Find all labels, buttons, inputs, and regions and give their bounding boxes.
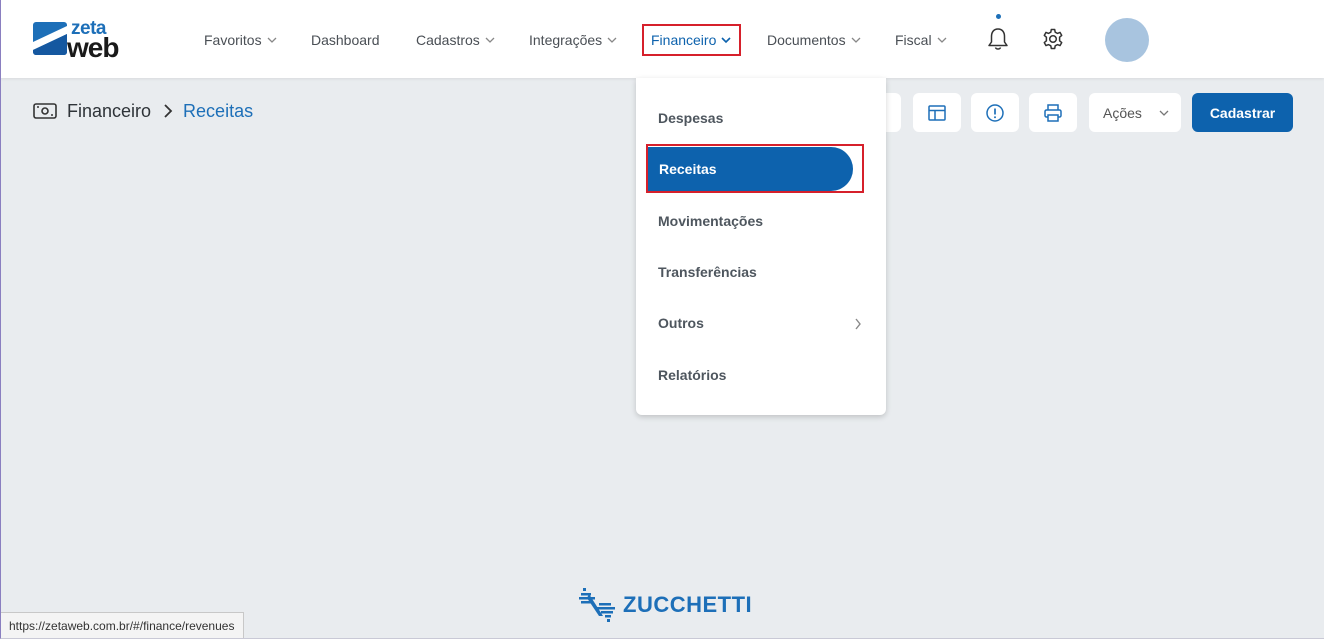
gear-icon[interactable] — [1041, 27, 1065, 51]
nav-label: Fiscal — [895, 32, 932, 48]
menu-item-movimentacoes[interactable]: Movimentações — [646, 199, 876, 243]
nav-favoritos[interactable]: Favoritos — [204, 30, 277, 50]
chevron-down-icon — [851, 37, 861, 43]
menu-item-label: Outros — [658, 315, 704, 331]
status-bar-url: https://zetaweb.com.br/#/finance/revenue… — [0, 612, 245, 638]
info-icon — [986, 103, 1004, 122]
menu-item-relatorios[interactable]: Relatórios — [646, 353, 876, 397]
actions-label: Ações — [1103, 104, 1142, 121]
zucchetti-logo: ZUCCHETTI — [579, 586, 752, 624]
layout-icon — [928, 104, 946, 121]
actions-select[interactable]: Ações — [1089, 93, 1181, 132]
nav-financeiro[interactable]: Financeiro — [642, 24, 741, 56]
nav-label: Favoritos — [204, 32, 262, 48]
bell-icon[interactable] — [986, 26, 1010, 52]
chevron-down-icon — [485, 37, 495, 43]
nav-fiscal[interactable]: Fiscal — [895, 30, 947, 50]
chevron-down-icon — [607, 37, 617, 43]
cadastrar-button[interactable]: Cadastrar — [1192, 93, 1293, 132]
chevron-right-icon — [855, 318, 861, 330]
menu-item-label: Despesas — [658, 110, 724, 126]
breadcrumb: Financeiro Receitas — [33, 100, 253, 122]
nav-integracoes[interactable]: Integrações — [529, 30, 617, 50]
nav-label: Dashboard — [311, 32, 380, 48]
breadcrumb-root[interactable]: Financeiro — [67, 101, 151, 122]
menu-item-label: Transferências — [658, 264, 757, 280]
menu-item-transferencias[interactable]: Transferências — [646, 250, 876, 294]
nav-label: Documentos — [767, 32, 846, 48]
menu-item-label: Relatórios — [658, 367, 727, 383]
logo-mark — [33, 22, 67, 55]
layout-button[interactable] — [913, 93, 961, 132]
chevron-down-icon — [937, 37, 947, 43]
zucchetti-mark-icon — [579, 588, 615, 622]
nav-label: Integrações — [529, 32, 603, 48]
menu-item-despesas[interactable]: Despesas — [646, 96, 876, 140]
menu-item-label: Movimentações — [658, 213, 764, 229]
top-header: zeta web Favoritos Dashboard Cadastros I… — [0, 0, 1324, 78]
zetaweb-logo[interactable]: zeta web — [33, 18, 138, 63]
chevron-down-icon — [721, 37, 731, 44]
zucchetti-text: ZUCCHETTI — [623, 592, 753, 617]
nav-dashboard[interactable]: Dashboard — [311, 30, 380, 50]
financeiro-dropdown-menu: Despesas Receitas Movimentações Transfer… — [636, 78, 886, 415]
info-button[interactable] — [971, 93, 1019, 132]
breadcrumb-current: Receitas — [183, 100, 254, 121]
logo-text-web: web — [67, 32, 119, 63]
chevron-down-icon — [267, 37, 277, 43]
nav-label: Cadastros — [416, 32, 480, 48]
menu-item-label: Receitas — [659, 161, 717, 177]
nav-label: Financeiro — [651, 32, 717, 48]
chevron-down-icon — [1159, 110, 1169, 116]
menu-item-outros[interactable]: Outros — [646, 301, 876, 345]
notification-dot — [996, 14, 1001, 19]
money-icon — [33, 103, 57, 119]
menu-item-receitas[interactable]: Receitas — [647, 147, 853, 191]
avatar[interactable] — [1105, 18, 1149, 62]
nav-cadastros[interactable]: Cadastros — [416, 30, 495, 50]
print-button[interactable] — [1029, 93, 1077, 132]
chevron-right-icon — [164, 104, 173, 118]
print-icon — [1044, 103, 1062, 122]
nav-documentos[interactable]: Documentos — [767, 30, 861, 50]
